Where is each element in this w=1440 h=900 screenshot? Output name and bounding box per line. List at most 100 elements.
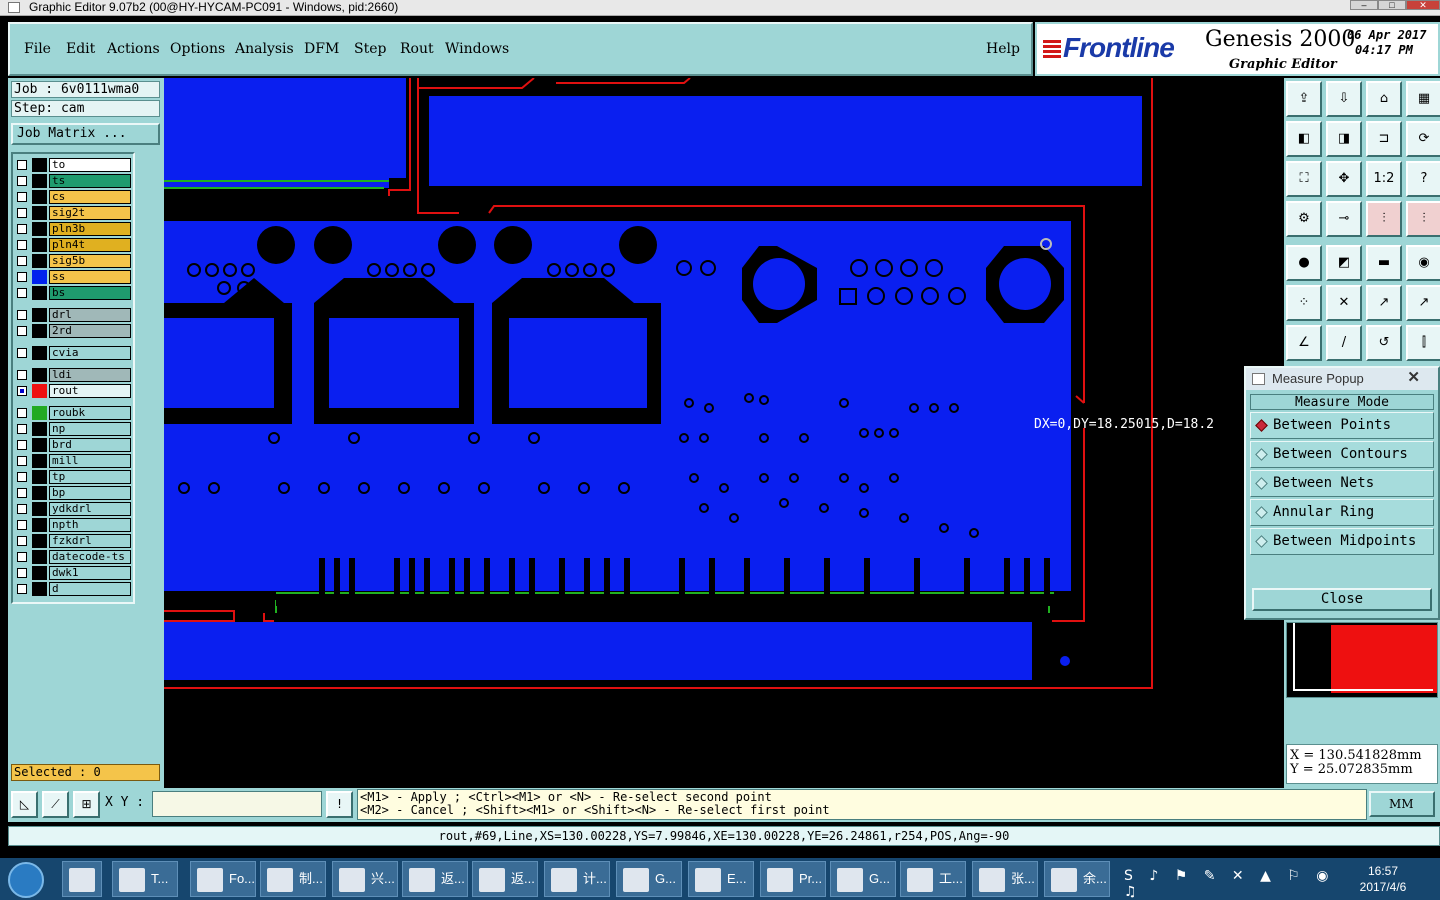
layer-name[interactable]: drl [49, 308, 131, 322]
taskbar-app[interactable]: T... [112, 861, 178, 897]
taskbar-app[interactable]: 余... [1044, 861, 1110, 897]
xy-input[interactable] [152, 791, 322, 817]
fit-screen-icon[interactable]: ⛶ [1286, 161, 1322, 197]
minimize-button[interactable]: – [1350, 0, 1378, 10]
units-selector[interactable]: MM [1369, 791, 1435, 817]
layer-name[interactable]: sig5b [49, 254, 131, 268]
move-icon[interactable]: ↗ [1366, 285, 1402, 321]
layer-checkbox[interactable] [17, 240, 27, 250]
home-icon[interactable]: ⌂ [1366, 81, 1402, 117]
grid-icon[interactable]: ⊞ [73, 791, 100, 818]
layer-row-npth[interactable]: npth [17, 518, 135, 532]
maximize-button[interactable]: □ [1378, 0, 1406, 10]
layer-name[interactable]: sig2t [49, 206, 131, 220]
layer-name[interactable]: brd [49, 438, 131, 452]
start-button[interactable] [8, 862, 44, 898]
ruler-icon[interactable]: ▬ [1366, 245, 1402, 281]
layer-checkbox[interactable] [17, 348, 27, 358]
rout-chain-alt-icon[interactable]: ⫶ [1406, 201, 1440, 237]
zoom-diag-icon[interactable]: ⟋ [42, 791, 69, 818]
layer-checkbox[interactable] [17, 160, 27, 170]
menu-options[interactable]: Options [170, 41, 225, 57]
layer-row-tp[interactable]: tp [17, 470, 135, 484]
layer-checkbox[interactable] [17, 456, 27, 466]
layer-row-datecode-ts[interactable]: datecode-ts [17, 550, 135, 564]
exclamation-icon[interactable]: ! [326, 791, 353, 818]
layer-name[interactable]: d [49, 582, 131, 596]
layer-row-mill[interactable]: mill [17, 454, 135, 468]
taskbar-app[interactable]: 兴... [332, 861, 398, 897]
layer-name[interactable]: fzkdrl [49, 534, 131, 548]
layer-name[interactable]: dwk1 [49, 566, 131, 580]
layer-checkbox[interactable] [17, 440, 27, 450]
layer-checkbox[interactable] [17, 256, 27, 266]
layer-row-ydkdrl[interactable]: ydkdrl [17, 502, 135, 516]
slash-icon[interactable]: / [1326, 325, 1362, 361]
taskbar-app[interactable]: Pr... [760, 861, 826, 897]
layer-row-bp[interactable]: bp [17, 486, 135, 500]
layer-row-pln4t[interactable]: pln4t [17, 238, 135, 252]
layer-row-d[interactable]: d [17, 582, 135, 596]
layer-name[interactable]: cs [49, 190, 131, 204]
taskbar-app[interactable]: Fo... [190, 861, 256, 897]
mini-map[interactable] [1286, 622, 1438, 698]
layer-row-sig2t[interactable]: sig2t [17, 206, 135, 220]
scale-1to2-icon[interactable]: 1:2 [1366, 161, 1402, 197]
move-alt-icon[interactable]: ↗ [1406, 285, 1440, 321]
layer-checkbox[interactable] [17, 224, 27, 234]
layer-name[interactable]: to [49, 158, 131, 172]
connect-icon[interactable]: ⁘ [1286, 285, 1322, 321]
option-between-contours[interactable]: Between Contours [1250, 441, 1434, 468]
system-tray[interactable]: S ♪ ⚑ ✎ ✕ ▲ ⚐ ◉ ♫ [1124, 868, 1349, 900]
taskbar-app[interactable] [62, 861, 102, 897]
layer-name[interactable]: cvia [49, 346, 131, 360]
select-pad-icon[interactable]: ◉ [1406, 245, 1440, 281]
layer-checkbox[interactable] [17, 488, 27, 498]
menu-edit[interactable]: Edit [66, 41, 95, 57]
layer-name[interactable]: mill [49, 454, 131, 468]
menu-file[interactable]: File [24, 41, 51, 57]
line-icon[interactable]: ∠ [1286, 325, 1322, 361]
layer-checkbox[interactable] [17, 584, 27, 594]
layer-checkbox[interactable] [17, 272, 27, 282]
layer-checkbox[interactable] [17, 424, 27, 434]
layer-name[interactable]: ts [49, 174, 131, 188]
help-query-icon[interactable]: ? [1406, 161, 1440, 197]
layer-checkbox[interactable] [17, 370, 27, 380]
draw-surface-icon[interactable]: ◩ [1326, 245, 1362, 281]
option-between-nets[interactable]: Between Nets [1250, 470, 1434, 497]
taskbar-app[interactable]: 张... [972, 861, 1038, 897]
layer-name[interactable]: ydkdrl [49, 502, 131, 516]
rout-chain-icon[interactable]: ⫶ [1366, 201, 1402, 237]
layer-name[interactable]: 2rd [49, 324, 131, 338]
layer-row-drl[interactable]: drl [17, 308, 135, 322]
draw-pad-icon[interactable]: ● [1286, 245, 1322, 281]
menu-rout[interactable]: Rout [400, 41, 434, 57]
layer-name[interactable]: rout [49, 384, 131, 398]
cross-icon[interactable]: ✕ [1326, 285, 1362, 321]
snap-icon[interactable]: ⚙ [1286, 201, 1322, 237]
layer-checkbox[interactable] [17, 326, 27, 336]
layer-row-dwk1[interactable]: dwk1 [17, 566, 135, 580]
layer-name[interactable]: roubk [49, 406, 131, 420]
layer-name[interactable]: datecode-ts [49, 550, 131, 564]
taskbar-app[interactable]: 计... [544, 861, 610, 897]
layer-checkbox[interactable] [17, 552, 27, 562]
layer-row-brd[interactable]: brd [17, 438, 135, 452]
layer-row-bs[interactable]: bs [17, 286, 135, 300]
layer-name[interactable]: bs [49, 286, 131, 300]
layer-checkbox[interactable] [17, 472, 27, 482]
layer-checkbox[interactable] [17, 386, 27, 396]
mirror-icon[interactable]: ⊐ [1366, 121, 1402, 157]
layer-name[interactable]: ss [49, 270, 131, 284]
pad-icon[interactable]: ⊸ [1326, 201, 1362, 237]
layer-row-ldi[interactable]: ldi [17, 368, 135, 382]
layer-row-pln3b[interactable]: pln3b [17, 222, 135, 236]
menu-actions[interactable]: Actions [107, 41, 160, 57]
layer-row-to[interactable]: to [17, 158, 135, 172]
layer-checkbox[interactable] [17, 520, 27, 530]
layer-checkbox[interactable] [17, 208, 27, 218]
layer-row-roubk[interactable]: roubk [17, 406, 135, 420]
layer-checkbox[interactable] [17, 192, 27, 202]
layer-checkbox[interactable] [17, 288, 27, 298]
